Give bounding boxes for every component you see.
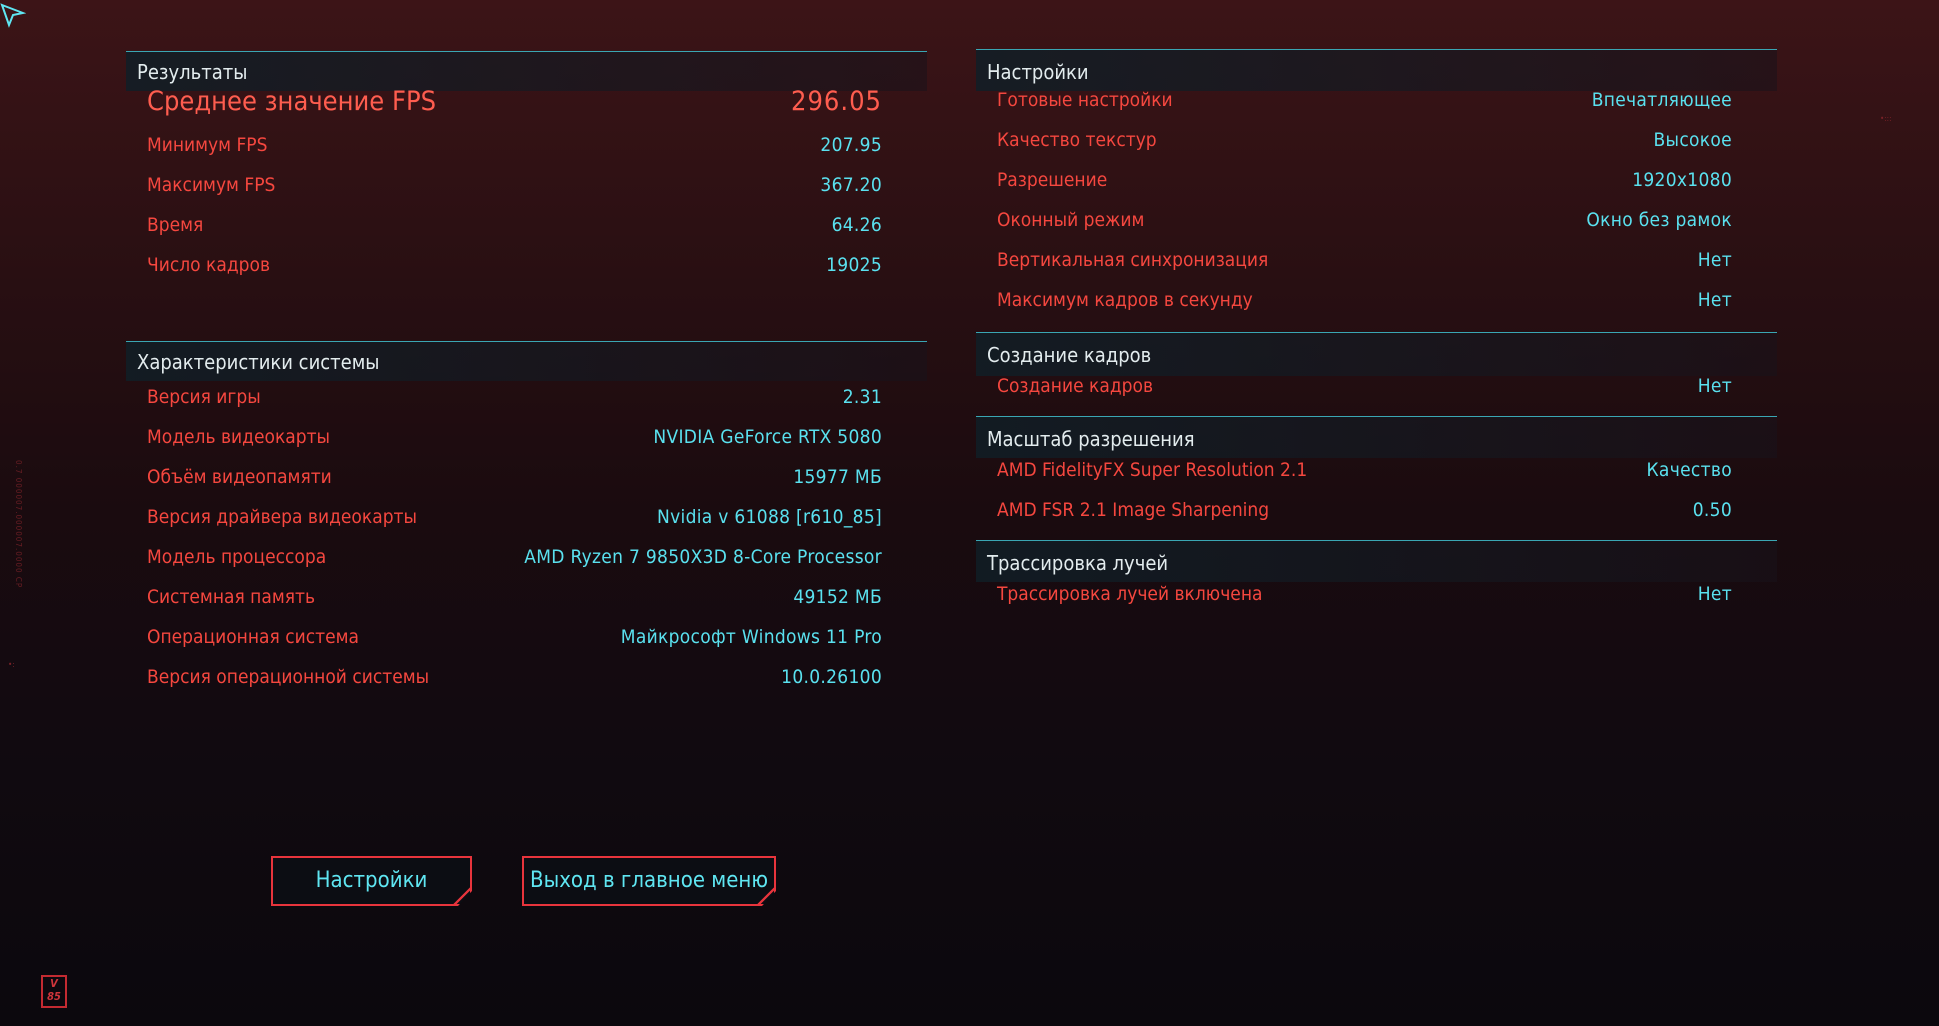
- row-value: 15977 МБ: [793, 466, 882, 488]
- row-value: Нет: [1697, 249, 1732, 271]
- side-decor-text: 0.7 000007.000007.0000 CP: [14, 460, 23, 589]
- avg-fps-label: Среднее значение FPS: [147, 86, 437, 117]
- system-row: Версия драйвера видеокарты Nvidia v 6108…: [126, 497, 927, 537]
- system-row: Версия операционной системы 10.0.26100: [126, 657, 927, 697]
- settings-button[interactable]: Настройки: [271, 856, 472, 906]
- right-panel: Настройки Готовые настройки Впечатляющее…: [976, 49, 1777, 614]
- row-label: Разрешение: [997, 169, 1108, 191]
- row-value: 2.31: [842, 386, 882, 408]
- version-logo: V 85: [41, 975, 67, 1008]
- row-label: Создание кадров: [997, 375, 1154, 397]
- row-value: 367.20: [820, 174, 882, 196]
- results-row: Время 64.26: [126, 205, 927, 245]
- row-value: Nvidia v 61088 [r610_85]: [657, 506, 882, 528]
- row-label: Модель видеокарты: [147, 426, 331, 448]
- row-label: AMD FidelityFX Super Resolution 2.1: [997, 459, 1308, 481]
- scaling-row: AMD FidelityFX Super Resolution 2.1 Каче…: [976, 450, 1777, 490]
- results-section: Результаты Среднее значение FPS 296.05 М…: [126, 51, 927, 285]
- row-label: Максимум кадров в секунду: [997, 289, 1253, 311]
- settings-row: Готовые настройки Впечатляющее: [976, 80, 1777, 120]
- results-row: Число кадров 19025: [126, 245, 927, 285]
- legal-fine-print: [74, 978, 594, 1008]
- frame-gen-section: Создание кадров Создание кадров Нет: [976, 332, 1777, 406]
- row-value: Впечатляющее: [1591, 89, 1732, 111]
- row-label: Модель процессора: [147, 546, 327, 568]
- row-value: AMD Ryzen 7 9850X3D 8-Core Processor: [524, 546, 882, 568]
- settings-row: Оконный режим Окно без рамок: [976, 200, 1777, 240]
- settings-row: Качество текстур Высокое: [976, 120, 1777, 160]
- avg-fps-row: Среднее значение FPS 296.05: [126, 81, 927, 125]
- row-value: Майкрософт Windows 11 Pro: [620, 626, 882, 648]
- system-row: Операционная система Майкрософт Windows …: [126, 617, 927, 657]
- row-value: 207.95: [820, 134, 882, 156]
- row-value: 64.26: [831, 214, 882, 236]
- row-value: 10.0.26100: [781, 666, 882, 688]
- row-label: Версия операционной системы: [147, 666, 430, 688]
- scaling-row: AMD FSR 2.1 Image Sharpening 0.50: [976, 490, 1777, 530]
- row-label: Трассировка лучей включена: [997, 583, 1263, 605]
- row-label: Объём видеопамяти: [147, 466, 332, 488]
- row-label: Время: [147, 214, 204, 236]
- system-row: Модель видеокарты NVIDIA GeForce RTX 508…: [126, 417, 927, 457]
- exit-to-main-menu-button[interactable]: Выход в главное меню: [522, 856, 776, 906]
- system-section: Характеристики системы Версия игры 2.31 …: [126, 341, 927, 697]
- system-row: Версия игры 2.31: [126, 377, 927, 417]
- settings-section: Настройки Готовые настройки Впечатляющее…: [976, 49, 1777, 320]
- row-label: Максимум FPS: [147, 174, 276, 196]
- results-row: Максимум FPS 367.20: [126, 165, 927, 205]
- side-decor-mark: •:::: [1880, 114, 1892, 123]
- row-label: Оконный режим: [997, 209, 1145, 231]
- row-value: Высокое: [1653, 129, 1732, 151]
- settings-row: Вертикальная синхронизация Нет: [976, 240, 1777, 280]
- avg-fps-value: 296.05: [791, 86, 882, 117]
- system-heading: Характеристики системы: [126, 341, 927, 381]
- system-row: Системная память 49152 МБ: [126, 577, 927, 617]
- row-label: Версия драйвера видеокарты: [147, 506, 417, 528]
- row-label: Операционная система: [147, 626, 359, 648]
- system-row: Объём видеопамяти 15977 МБ: [126, 457, 927, 497]
- row-value: 49152 МБ: [793, 586, 882, 608]
- row-value: NVIDIA GeForce RTX 5080: [653, 426, 882, 448]
- row-label: Качество текстур: [997, 129, 1157, 151]
- ray-tracing-section: Трассировка лучей Трассировка лучей вклю…: [976, 540, 1777, 614]
- cursor-arrow-icon: [0, 3, 26, 28]
- row-value: Качество: [1646, 459, 1732, 481]
- row-label: AMD FSR 2.1 Image Sharpening: [997, 499, 1270, 521]
- row-value: Окно без рамок: [1586, 209, 1732, 231]
- row-label: Число кадров: [147, 254, 271, 276]
- row-label: Минимум FPS: [147, 134, 268, 156]
- row-label: Вертикальная синхронизация: [997, 249, 1269, 271]
- settings-row: Разрешение 1920x1080: [976, 160, 1777, 200]
- row-value: Нет: [1697, 375, 1732, 397]
- row-value: 0.50: [1692, 499, 1732, 521]
- settings-row: Максимум кадров в секунду Нет: [976, 280, 1777, 320]
- system-row: Модель процессора AMD Ryzen 7 9850X3D 8-…: [126, 537, 927, 577]
- row-value: 19025: [826, 254, 882, 276]
- row-label: Версия игры: [147, 386, 261, 408]
- frame-gen-row: Создание кадров Нет: [976, 366, 1777, 406]
- row-label: Готовые настройки: [997, 89, 1173, 111]
- side-decor-mark: •:: [8, 660, 15, 669]
- row-value: Нет: [1697, 289, 1732, 311]
- results-row: Минимум FPS 207.95: [126, 125, 927, 165]
- row-value: 1920x1080: [1632, 169, 1732, 191]
- ray-tracing-row: Трассировка лучей включена Нет: [976, 574, 1777, 614]
- scaling-section: Масштаб разрешения AMD FidelityFX Super …: [976, 416, 1777, 530]
- row-label: Системная память: [147, 586, 316, 608]
- row-value: Нет: [1697, 583, 1732, 605]
- left-panel: Результаты Среднее значение FPS 296.05 М…: [126, 51, 927, 697]
